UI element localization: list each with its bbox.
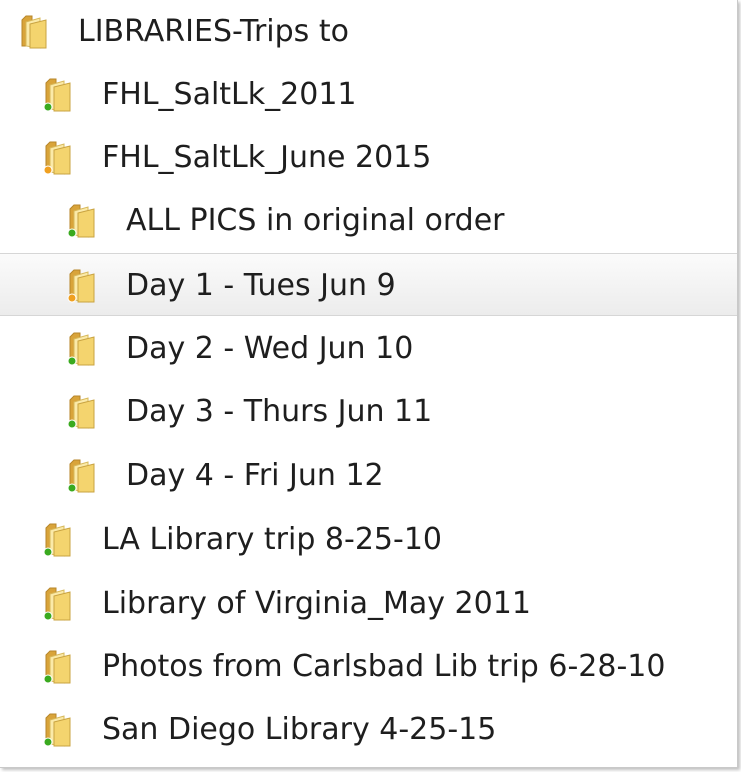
tree-item-label: LIBRARIES-Trips to — [78, 14, 349, 49]
folder-icon — [40, 520, 80, 558]
tree-item-label: ALL PICS in original order — [126, 203, 505, 238]
folder-icon — [64, 329, 104, 367]
tree-item-label: Day 4 - Fri Jun 12 — [126, 458, 384, 493]
tree-item-label: Day 1 - Tues Jun 9 — [126, 268, 396, 303]
tree-item-label: Library of Virginia_May 2011 — [102, 586, 531, 621]
folder-icon — [64, 266, 104, 304]
tree-item-carlsbad-photos[interactable]: Photos from Carlsbad Lib trip 6-28-10 — [0, 635, 737, 698]
folder-icon — [40, 138, 80, 176]
tree-item-label: LA Library trip 8-25-10 — [102, 522, 442, 557]
tree-item-day-4[interactable]: Day 4 - Fri Jun 12 — [0, 444, 737, 507]
folder-icon — [16, 12, 56, 50]
tree-item-fhl-saltlk-june-2015[interactable]: FHL_SaltLk_June 2015 — [0, 126, 737, 189]
folder-icon — [40, 75, 80, 113]
tree-item-day-1[interactable]: Day 1 - Tues Jun 9 — [0, 253, 737, 316]
folder-icon — [64, 392, 104, 430]
folder-icon — [64, 201, 104, 239]
tree-item-label: Photos from Carlsbad Lib trip 6-28-10 — [102, 649, 666, 684]
tree-item-day-2[interactable]: Day 2 - Wed Jun 10 — [0, 317, 737, 380]
tree-item-fhl-saltlk-2011[interactable]: FHL_SaltLk_2011 — [0, 63, 737, 126]
tree-item-san-diego-library[interactable]: San Diego Library 4-25-15 — [0, 698, 737, 761]
folder-tree-panel: LIBRARIES-Trips to FHL_SaltLk_2011 FHL_S… — [0, 0, 738, 768]
tree-item-label: San Diego Library 4-25-15 — [102, 712, 497, 747]
folder-icon — [40, 647, 80, 685]
folder-icon — [64, 456, 104, 494]
tree-item-label: Day 2 - Wed Jun 10 — [126, 331, 414, 366]
tree-item-label: Day 3 - Thurs Jun 11 — [126, 394, 433, 429]
tree-item-day-3[interactable]: Day 3 - Thurs Jun 11 — [0, 380, 737, 443]
tree-item-label: FHL_SaltLk_2011 — [102, 77, 357, 112]
tree-item-la-library-trip[interactable]: LA Library trip 8-25-10 — [0, 508, 737, 571]
tree-item-library-of-virginia[interactable]: Library of Virginia_May 2011 — [0, 572, 737, 635]
tree-item-libraries-trips-to[interactable]: LIBRARIES-Trips to — [0, 0, 737, 63]
folder-icon — [40, 584, 80, 622]
tree-item-all-pics[interactable]: ALL PICS in original order — [0, 189, 737, 252]
folder-tree: LIBRARIES-Trips to FHL_SaltLk_2011 FHL_S… — [0, 0, 737, 767]
folder-icon — [40, 710, 80, 748]
tree-item-label: FHL_SaltLk_June 2015 — [102, 140, 432, 175]
